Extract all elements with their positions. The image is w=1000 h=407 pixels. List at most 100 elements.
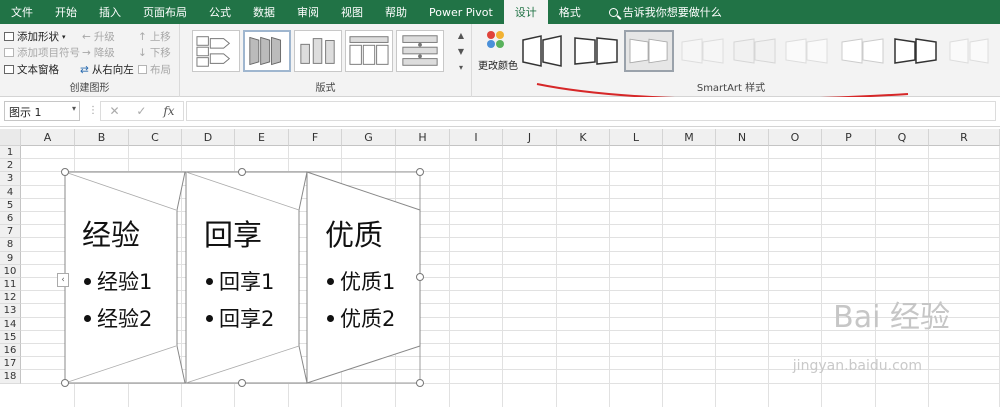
- style-thumb-2[interactable]: [572, 30, 622, 72]
- column-header[interactable]: B: [75, 129, 129, 146]
- tab-design[interactable]: 设计: [503, 0, 548, 24]
- add-shape-button[interactable]: 添加形状 ▾: [4, 29, 66, 44]
- row-header[interactable]: 5: [0, 198, 21, 212]
- column-header[interactable]: Q: [876, 129, 929, 146]
- style-thumb-8[interactable]: [892, 30, 942, 72]
- layout-thumb-3[interactable]: [294, 30, 342, 72]
- style-thumb-5[interactable]: [730, 30, 780, 72]
- formula-input[interactable]: [186, 101, 996, 121]
- row-header[interactable]: 16: [0, 344, 21, 358]
- promote-label: 升级: [93, 31, 115, 43]
- row-header[interactable]: 8: [0, 238, 21, 252]
- column-header[interactable]: L: [610, 129, 663, 146]
- tab-data[interactable]: 数据: [242, 0, 286, 24]
- column-header[interactable]: O: [769, 129, 822, 146]
- style-thumb-1[interactable]: [520, 30, 570, 72]
- column-header[interactable]: M: [663, 129, 716, 146]
- gallery-more-icon[interactable]: ▾: [455, 60, 467, 74]
- tell-me-search[interactable]: 告诉我你想要做什么: [598, 0, 733, 24]
- demote-button[interactable]: → 降级: [82, 45, 115, 60]
- layout-thumb-5[interactable]: [396, 30, 444, 72]
- column-header[interactable]: A: [21, 129, 75, 146]
- tab-view[interactable]: 视图: [330, 0, 374, 24]
- add-bullet-label: 添加项目符号: [17, 47, 80, 59]
- tab-format[interactable]: 格式: [548, 0, 592, 24]
- row-header[interactable]: 10: [0, 264, 21, 278]
- layout-thumb-2-selected[interactable]: [243, 30, 291, 72]
- row-gridline: [21, 250, 1000, 252]
- layout-thumb-1[interactable]: [192, 30, 240, 72]
- tab-insert[interactable]: 插入: [88, 0, 132, 24]
- text-pane-button[interactable]: 文本窗格: [4, 62, 59, 77]
- layout-icon: [138, 65, 147, 74]
- tab-file[interactable]: 文件: [0, 0, 44, 24]
- style-thumb-3-selected[interactable]: [624, 30, 674, 72]
- column-header[interactable]: E: [235, 129, 289, 146]
- column-header[interactable]: N: [716, 129, 769, 146]
- text-pane-toggle-icon[interactable]: ‹: [57, 273, 69, 287]
- insert-function-icon[interactable]: fx: [163, 104, 174, 118]
- add-bullet-button[interactable]: 添加项目符号: [4, 45, 80, 60]
- tab-page-layout[interactable]: 页面布局: [132, 0, 198, 24]
- change-colors-button[interactable]: 更改颜色: [478, 28, 518, 76]
- row-header[interactable]: 15: [0, 330, 21, 344]
- row-gridline: [21, 158, 1000, 160]
- style-thumb-4[interactable]: [678, 30, 728, 72]
- column-header[interactable]: R: [929, 129, 1000, 146]
- column-header[interactable]: D: [182, 129, 235, 146]
- name-box[interactable]: 图示 1 ▾: [4, 101, 80, 121]
- column-header[interactable]: J: [503, 129, 557, 146]
- text-pane-label: 文本窗格: [17, 64, 59, 76]
- gallery-scroll-down-icon[interactable]: ▼: [455, 44, 467, 58]
- move-up-button[interactable]: ↑ 上移: [138, 29, 171, 44]
- row-header[interactable]: 14: [0, 317, 21, 331]
- row-header[interactable]: 17: [0, 357, 21, 371]
- row-header[interactable]: 18: [0, 370, 21, 384]
- column-header[interactable]: F: [289, 129, 342, 146]
- promote-button[interactable]: ← 升级: [82, 29, 115, 44]
- ribbon-tab-bar: 文件 开始 插入 页面布局 公式 数据 审阅 视图 帮助 Power Pivot…: [0, 0, 1000, 24]
- column-header[interactable]: C: [129, 129, 182, 146]
- group-label-smartart-styles: SmartArt 样式: [696, 83, 766, 94]
- enter-icon[interactable]: ✓: [136, 104, 146, 118]
- column-header[interactable]: K: [557, 129, 610, 146]
- row-header[interactable]: 9: [0, 251, 21, 265]
- style-thumb-7[interactable]: [838, 30, 888, 72]
- row-header[interactable]: 1: [0, 146, 21, 160]
- row-gridline: [21, 343, 1000, 344]
- chevron-down-icon[interactable]: ▾: [72, 104, 76, 113]
- row-header[interactable]: 2: [0, 159, 21, 173]
- right-to-left-button[interactable]: ⇄ 从右向左: [80, 62, 134, 77]
- text-pane-icon: [4, 65, 14, 74]
- layout-thumb-4[interactable]: [345, 30, 393, 72]
- column-header[interactable]: I: [450, 129, 503, 146]
- row-gridline: [21, 197, 1000, 199]
- tab-power-pivot[interactable]: Power Pivot: [418, 0, 504, 24]
- layout-label: 布局: [150, 64, 171, 76]
- select-all-corner[interactable]: [0, 129, 21, 146]
- row-header[interactable]: 12: [0, 291, 21, 305]
- style-thumb-6[interactable]: [782, 30, 832, 72]
- row-gridline: [21, 382, 1000, 384]
- column-header[interactable]: H: [396, 129, 450, 146]
- tab-help[interactable]: 帮助: [374, 0, 418, 24]
- add-shape-label: 添加形状: [17, 31, 59, 43]
- tab-home[interactable]: 开始: [44, 0, 88, 24]
- move-down-button[interactable]: ↓ 下移: [138, 45, 171, 60]
- column-header[interactable]: P: [822, 129, 876, 146]
- cancel-icon[interactable]: ✕: [109, 104, 119, 118]
- style-thumb-9[interactable]: [946, 30, 996, 72]
- row-header[interactable]: 3: [0, 172, 21, 186]
- row-header[interactable]: 4: [0, 185, 21, 199]
- row-header[interactable]: 7: [0, 225, 21, 239]
- row-header[interactable]: 13: [0, 304, 21, 318]
- row-header[interactable]: 6: [0, 212, 21, 226]
- move-up-label: 上移: [149, 31, 171, 43]
- layout-button[interactable]: 布局: [138, 62, 171, 77]
- column-header[interactable]: G: [342, 129, 396, 146]
- tab-formulas[interactable]: 公式: [198, 0, 242, 24]
- gallery-scroll-up-icon[interactable]: ▲: [455, 28, 467, 42]
- row-header[interactable]: 11: [0, 278, 21, 292]
- arrow-right-icon: →: [82, 46, 91, 59]
- tab-review[interactable]: 审阅: [286, 0, 330, 24]
